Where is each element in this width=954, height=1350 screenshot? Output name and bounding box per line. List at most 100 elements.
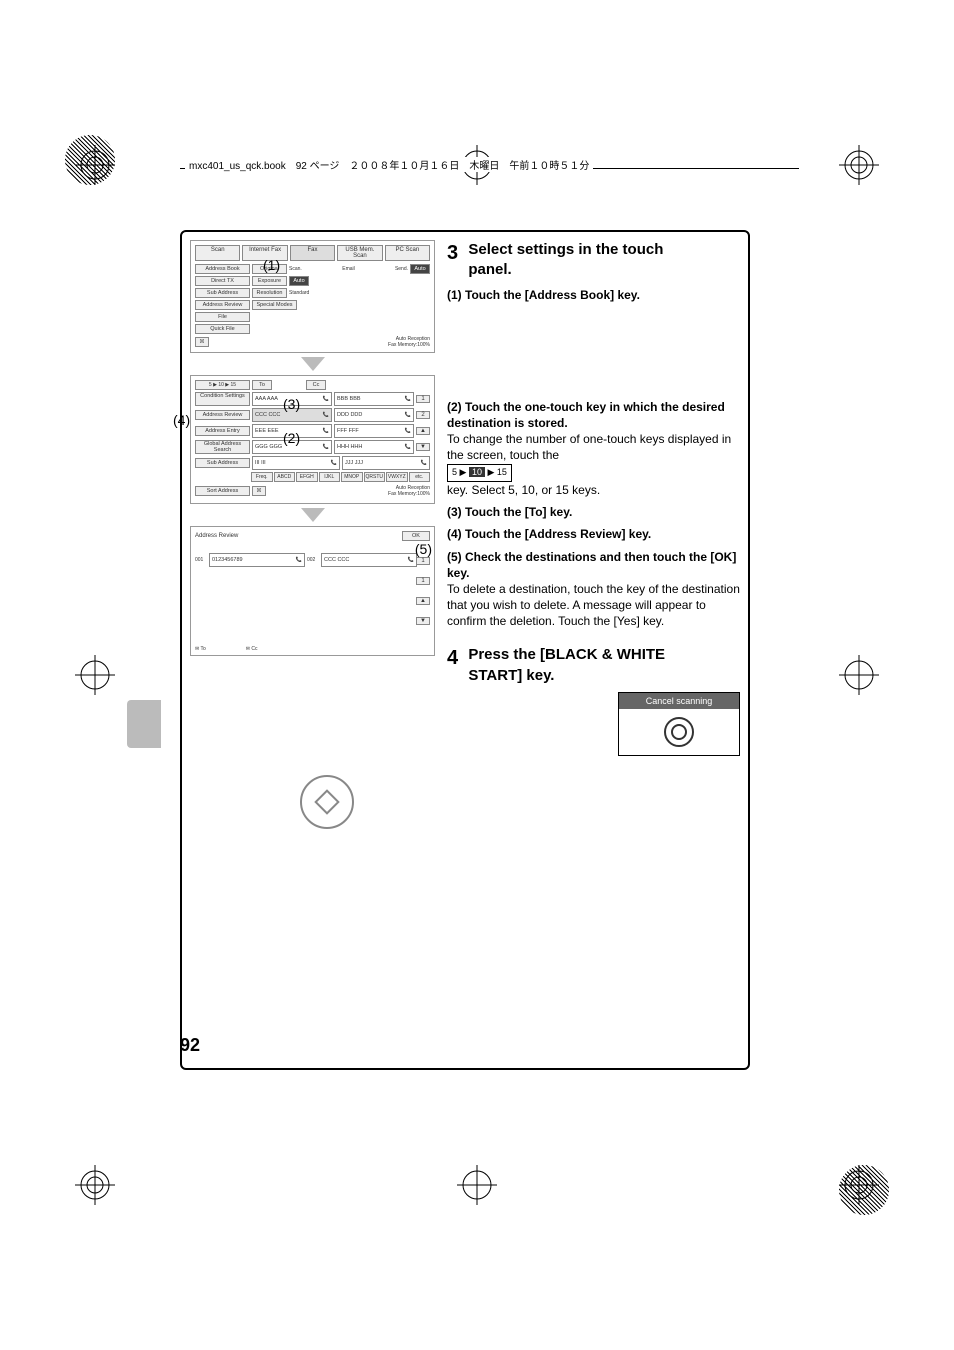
letter-tab[interactable]: ABCD — [274, 472, 296, 482]
step-3-2-body-a: To change the number of one-touch keys d… — [447, 431, 740, 463]
entry-number: 001 — [195, 557, 207, 563]
address-review-button-2[interactable]: Address Review — [195, 410, 250, 420]
touch-panel-3: Address Review OK 001 0123456789📞 002 CC… — [190, 526, 435, 656]
scroll-index: 1 — [416, 395, 430, 403]
step-3-3: (3) Touch the [To] key. — [447, 505, 572, 519]
tab-fax[interactable]: Fax — [290, 245, 335, 261]
stop-icon — [664, 717, 694, 747]
step-number-3: 3 — [447, 240, 465, 267]
scroll-up-button[interactable]: ▲ — [416, 427, 430, 435]
onetouch-key[interactable]: FFF FFF📞 — [334, 424, 414, 438]
freq-button[interactable]: Freq. — [251, 472, 273, 482]
arrow-down-icon — [301, 357, 325, 371]
dest-entry[interactable]: CCC CCC📞 — [321, 553, 417, 567]
step-4-title: Press the [BLACK & WHITE START] key. — [468, 645, 698, 686]
address-book-button[interactable]: Address Book — [195, 264, 250, 274]
step-3-1: (1) Touch the [Address Book] key. — [447, 288, 640, 302]
onetouch-key[interactable]: III III📞 — [252, 456, 340, 470]
to-label: To — [201, 646, 206, 652]
sort-address-button[interactable]: Sort Address — [195, 486, 250, 496]
letter-tab[interactable]: QRSTU — [364, 472, 386, 482]
sub-address-button-2[interactable]: Sub Address — [195, 458, 250, 468]
scroll-down-button[interactable]: ▼ — [416, 443, 430, 451]
auto-button[interactable]: Auto — [410, 264, 430, 274]
send-label: Send. — [357, 266, 408, 272]
quick-file-button[interactable]: Quick File — [195, 324, 250, 334]
tab-scan[interactable]: Scan — [195, 245, 240, 261]
global-address-search-button[interactable]: Global Address Search — [195, 440, 250, 454]
onetouch-key[interactable]: DDD DDD📞 — [334, 408, 414, 422]
scroll-index: 2 — [416, 411, 430, 419]
direct-tx-button[interactable]: Direct TX — [195, 276, 250, 286]
entry-number: 002 — [307, 557, 319, 563]
condition-settings-button[interactable]: Condition Settings — [195, 392, 250, 406]
tab-pc-scan[interactable]: PC Scan — [385, 245, 430, 261]
email-label: Email — [342, 266, 355, 272]
step-3-2-body-b: key. Select 5, 10, or 15 keys. — [447, 482, 740, 498]
address-review-title: Address Review — [195, 533, 238, 539]
step-3-5-body: To delete a destination, touch the key o… — [447, 581, 740, 630]
cc-button[interactable]: Cc — [306, 380, 326, 390]
scroll-down-button[interactable]: ▼ — [416, 617, 430, 625]
resolution-button[interactable]: Resolution — [252, 288, 287, 298]
crop-mark-icon — [75, 1165, 115, 1205]
standard-label: Standard — [289, 290, 309, 296]
phone-icon: 📞 — [323, 396, 329, 402]
crop-mark-icon — [75, 145, 115, 185]
scan-label: Scan. — [289, 266, 340, 272]
scroll-index: 1 — [416, 577, 430, 585]
address-review-button[interactable]: Address Review — [195, 300, 250, 310]
letter-tab[interactable]: EFGH — [296, 472, 318, 482]
cc-label: Cc — [251, 646, 257, 652]
onetouch-key[interactable]: BBB BBB📞 — [334, 392, 414, 406]
step-3-5-head: (5) Check the destinations and then touc… — [447, 550, 736, 580]
crop-mark-icon — [75, 655, 115, 695]
touch-panel-1: Scan Internet Fax Fax USB Mem. Scan PC S… — [190, 240, 435, 353]
view-toggle-key: 5 ▶ 10 ▶ 15 — [447, 464, 512, 482]
step-number-4: 4 — [447, 645, 465, 672]
onetouch-key[interactable]: JJJ JJJ📞 — [342, 456, 430, 470]
callout-3: (3) — [283, 396, 300, 412]
touch-panel-2: 5 ▶ 10 ▶ 15 To Cc Condition Settings AAA… — [190, 375, 435, 504]
letter-tab[interactable]: VWXYZ — [386, 472, 408, 482]
crop-mark-icon — [457, 1165, 497, 1205]
exposure-button[interactable]: Exposure — [252, 276, 287, 286]
cancel-scanning-box: Cancel scanning — [618, 692, 740, 756]
status-text: Auto Reception Fax Memory:100% — [388, 336, 430, 348]
crop-mark-icon — [839, 1165, 879, 1205]
preview-icon[interactable]: ☒ — [195, 337, 209, 347]
cancel-scanning-label: Cancel scanning — [619, 693, 739, 709]
envelope-icon: ✉ — [246, 646, 250, 652]
letter-tab[interactable]: etc. — [409, 472, 431, 482]
letter-tab[interactable]: IJKL — [319, 472, 341, 482]
file-button[interactable]: File — [195, 312, 250, 322]
view-toggle[interactable]: 5 ▶ 10 ▶ 15 — [195, 380, 250, 390]
special-modes-button[interactable]: Special Modes — [252, 300, 297, 310]
onetouch-key[interactable]: HHH HHH📞 — [334, 440, 414, 454]
to-button[interactable]: To — [252, 380, 272, 390]
step-3-title: Select settings in the touch panel. — [468, 240, 698, 281]
tab-usb-mem-scan[interactable]: USB Mem. Scan — [337, 245, 382, 261]
auto-button-2[interactable]: Auto — [289, 276, 309, 286]
letter-tab[interactable]: MNOP — [341, 472, 363, 482]
arrow-down-icon — [301, 508, 325, 522]
dest-entry[interactable]: 0123456789📞 — [209, 553, 305, 567]
envelope-icon: ✉ — [195, 646, 199, 652]
start-button-icon — [300, 775, 354, 829]
preview-icon[interactable]: ☒ — [252, 486, 266, 496]
callout-4: (4) — [173, 412, 190, 428]
sub-address-button[interactable]: Sub Address — [195, 288, 250, 298]
callout-2: (2) — [283, 430, 300, 446]
scroll-up-button[interactable]: ▲ — [416, 597, 430, 605]
address-entry-button[interactable]: Address Entry — [195, 426, 250, 436]
crop-mark-icon — [839, 145, 879, 185]
side-thumb-tab — [127, 700, 161, 748]
header-text: mxc401_us_qck.book 92 ページ ２００８年１０月１６日 木曜… — [185, 157, 593, 172]
ok-button[interactable]: OK — [402, 531, 430, 541]
callout-5: (5) — [415, 541, 432, 557]
page-number: 92 — [180, 1035, 200, 1056]
step-3-2-head: (2) Touch the one-touch key in which the… — [447, 400, 725, 430]
crop-mark-icon — [839, 655, 879, 695]
scroll-index: 1 — [416, 557, 430, 565]
status-text-2: Auto Reception Fax Memory:100% — [388, 485, 430, 497]
